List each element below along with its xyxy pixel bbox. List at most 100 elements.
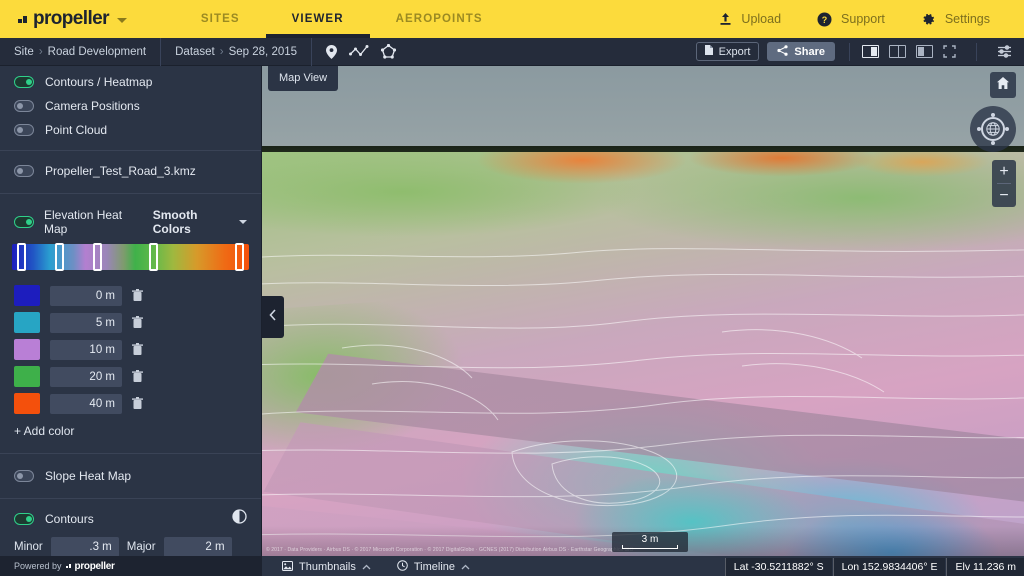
- trash-icon[interactable]: [132, 343, 143, 356]
- contour-line-overlay: [262, 152, 1024, 556]
- gradient-stop-1[interactable]: [55, 243, 64, 271]
- layer-label-point-cloud: Point Cloud: [45, 123, 107, 137]
- map-3d-viewport[interactable]: © 2017 · Data Providers · Airbus DS · © …: [262, 66, 1024, 556]
- map-view-tab[interactable]: Map View: [268, 66, 338, 91]
- sidebar-item-slope-heatmap[interactable]: Slope Heat Map: [0, 462, 261, 490]
- share-button[interactable]: Share: [767, 42, 835, 61]
- chevron-down-icon[interactable]: [117, 18, 127, 23]
- zoom-out-button[interactable]: −: [992, 184, 1016, 207]
- home-icon: [996, 76, 1010, 95]
- toggle-slope-heatmap[interactable]: [14, 470, 34, 482]
- color-swatch-3[interactable]: [14, 366, 40, 387]
- sidebar-item-camera-positions[interactable]: Camera Positions: [0, 94, 261, 118]
- map-scale-bar: 3 m: [612, 532, 688, 552]
- compass-navigation-control[interactable]: [970, 106, 1016, 152]
- toggle-contours[interactable]: [14, 513, 34, 525]
- add-color-button[interactable]: + Add color: [0, 417, 261, 444]
- color-stop-row: 0 m: [0, 282, 261, 309]
- breadcrumb-site[interactable]: Site › Road Development: [0, 38, 160, 66]
- major-interval-input[interactable]: 2 m: [164, 537, 232, 556]
- elevation-value-3[interactable]: 20 m: [50, 367, 122, 387]
- file-icon: [705, 45, 713, 58]
- thumbnails-tab[interactable]: Thumbnails: [272, 558, 381, 576]
- toggle-elevation-heatmap[interactable]: [14, 216, 34, 228]
- color-swatch-4[interactable]: [14, 393, 40, 414]
- propeller-logo-mark-small: [66, 564, 71, 568]
- breadcrumb-dataset[interactable]: Dataset › Sep 28, 2015: [161, 38, 311, 66]
- trash-icon[interactable]: [132, 316, 143, 329]
- line-measure-icon[interactable]: [349, 45, 369, 58]
- sidebar-item-point-cloud[interactable]: Point Cloud: [0, 118, 261, 142]
- toggle-camera-positions[interactable]: [14, 100, 34, 112]
- color-mode-dropdown[interactable]: Smooth Colors: [153, 208, 247, 236]
- chevron-left-icon: [269, 308, 277, 326]
- toggle-contours-heatmap[interactable]: [14, 76, 34, 88]
- gradient-stop-0[interactable]: [17, 243, 26, 271]
- measurement-tools: [312, 44, 410, 59]
- gradient-stop-3[interactable]: [149, 243, 158, 271]
- elevation-readout: Elv 11.236 m: [946, 558, 1024, 576]
- bottom-panel-tabs: Thumbnails Timeline: [272, 558, 480, 576]
- elevation-value-1[interactable]: 5 m: [50, 313, 122, 333]
- export-button[interactable]: Export: [696, 42, 760, 61]
- scale-label: 3 m: [642, 534, 659, 545]
- elevation-gradient-bar[interactable]: [12, 244, 249, 270]
- footer-bar: Powered by propeller: [0, 556, 262, 576]
- elevation-heatmap-header: Elevation Heat Map Smooth Colors: [0, 208, 261, 236]
- longitude-readout: Lon 152.9834406° E: [833, 558, 946, 576]
- propeller-viewer-app: propeller SITES VIEWER AEROPOINTS Upload…: [0, 0, 1024, 576]
- tab-sites[interactable]: SITES: [175, 0, 266, 38]
- minor-label: Minor: [14, 541, 43, 553]
- minor-interval-input[interactable]: .3 m: [51, 537, 119, 556]
- control-divider: [976, 43, 977, 61]
- layer-toggle-list: Contours / Heatmap Camera Positions Poin…: [0, 66, 261, 142]
- trash-icon[interactable]: [132, 289, 143, 302]
- zoom-in-button[interactable]: +: [992, 160, 1016, 183]
- elevation-value-2[interactable]: 10 m: [50, 340, 122, 360]
- toggle-point-cloud[interactable]: [14, 124, 34, 136]
- layout-left-panel-icon[interactable]: [916, 45, 933, 58]
- polygon-measure-icon[interactable]: [381, 44, 396, 59]
- toggle-kmz-file[interactable]: [14, 165, 34, 177]
- layout-right-panel-icon[interactable]: [862, 45, 879, 58]
- timeline-tab[interactable]: Timeline: [387, 558, 480, 576]
- home-view-button[interactable]: [990, 72, 1016, 98]
- elevation-value-4[interactable]: 40 m: [50, 394, 122, 414]
- sidebar-collapse-button[interactable]: [262, 296, 284, 338]
- propeller-logo[interactable]: propeller: [18, 8, 109, 30]
- layers-sidebar: Contours / Heatmap Camera Positions Poin…: [0, 66, 262, 556]
- settings-button[interactable]: Settings: [903, 0, 1008, 38]
- sidebar-item-contours[interactable]: Contours: [0, 505, 261, 533]
- gradient-stop-2[interactable]: [93, 243, 102, 271]
- color-swatch-2[interactable]: [14, 339, 40, 360]
- layout-split-icon[interactable]: [889, 45, 906, 58]
- color-swatch-1[interactable]: [14, 312, 40, 333]
- breadcrumb-site-prefix: Site: [14, 46, 34, 58]
- support-button[interactable]: ? Support: [799, 0, 903, 38]
- coordinate-readouts: Lat -30.5211882° S Lon 152.9834406° E El…: [725, 558, 1024, 576]
- sidebar-divider-3: [0, 453, 261, 454]
- color-swatch-0[interactable]: [14, 285, 40, 306]
- zoom-controls: + −: [992, 160, 1016, 207]
- compass-dot-west: [977, 127, 981, 131]
- svg-text:?: ?: [822, 15, 828, 25]
- compass-dot-east: [1005, 127, 1009, 131]
- gradient-stop-4[interactable]: [235, 243, 244, 271]
- point-measure-icon[interactable]: [326, 45, 337, 59]
- sidebar-item-contours-heatmap[interactable]: Contours / Heatmap: [0, 70, 261, 94]
- powered-by-propeller: Powered by propeller: [14, 561, 115, 572]
- tab-viewer[interactable]: VIEWER: [266, 0, 370, 38]
- color-stop-row: 20 m: [0, 363, 261, 390]
- thumbnails-label: Thumbnails: [299, 561, 356, 573]
- contrast-icon[interactable]: [232, 509, 247, 529]
- tab-aeropoints[interactable]: AEROPOINTS: [370, 0, 509, 38]
- sliders-icon[interactable]: [997, 45, 1012, 58]
- sidebar-item-kmz-file[interactable]: Propeller_Test_Road_3.kmz: [0, 159, 261, 183]
- file-layer-list: Propeller_Test_Road_3.kmz: [0, 159, 261, 183]
- fullscreen-icon[interactable]: [943, 45, 956, 58]
- upload-button[interactable]: Upload: [701, 0, 799, 38]
- trash-icon[interactable]: [132, 370, 143, 383]
- compass-dot-north: [991, 113, 995, 117]
- trash-icon[interactable]: [132, 397, 143, 410]
- elevation-value-0[interactable]: 0 m: [50, 286, 122, 306]
